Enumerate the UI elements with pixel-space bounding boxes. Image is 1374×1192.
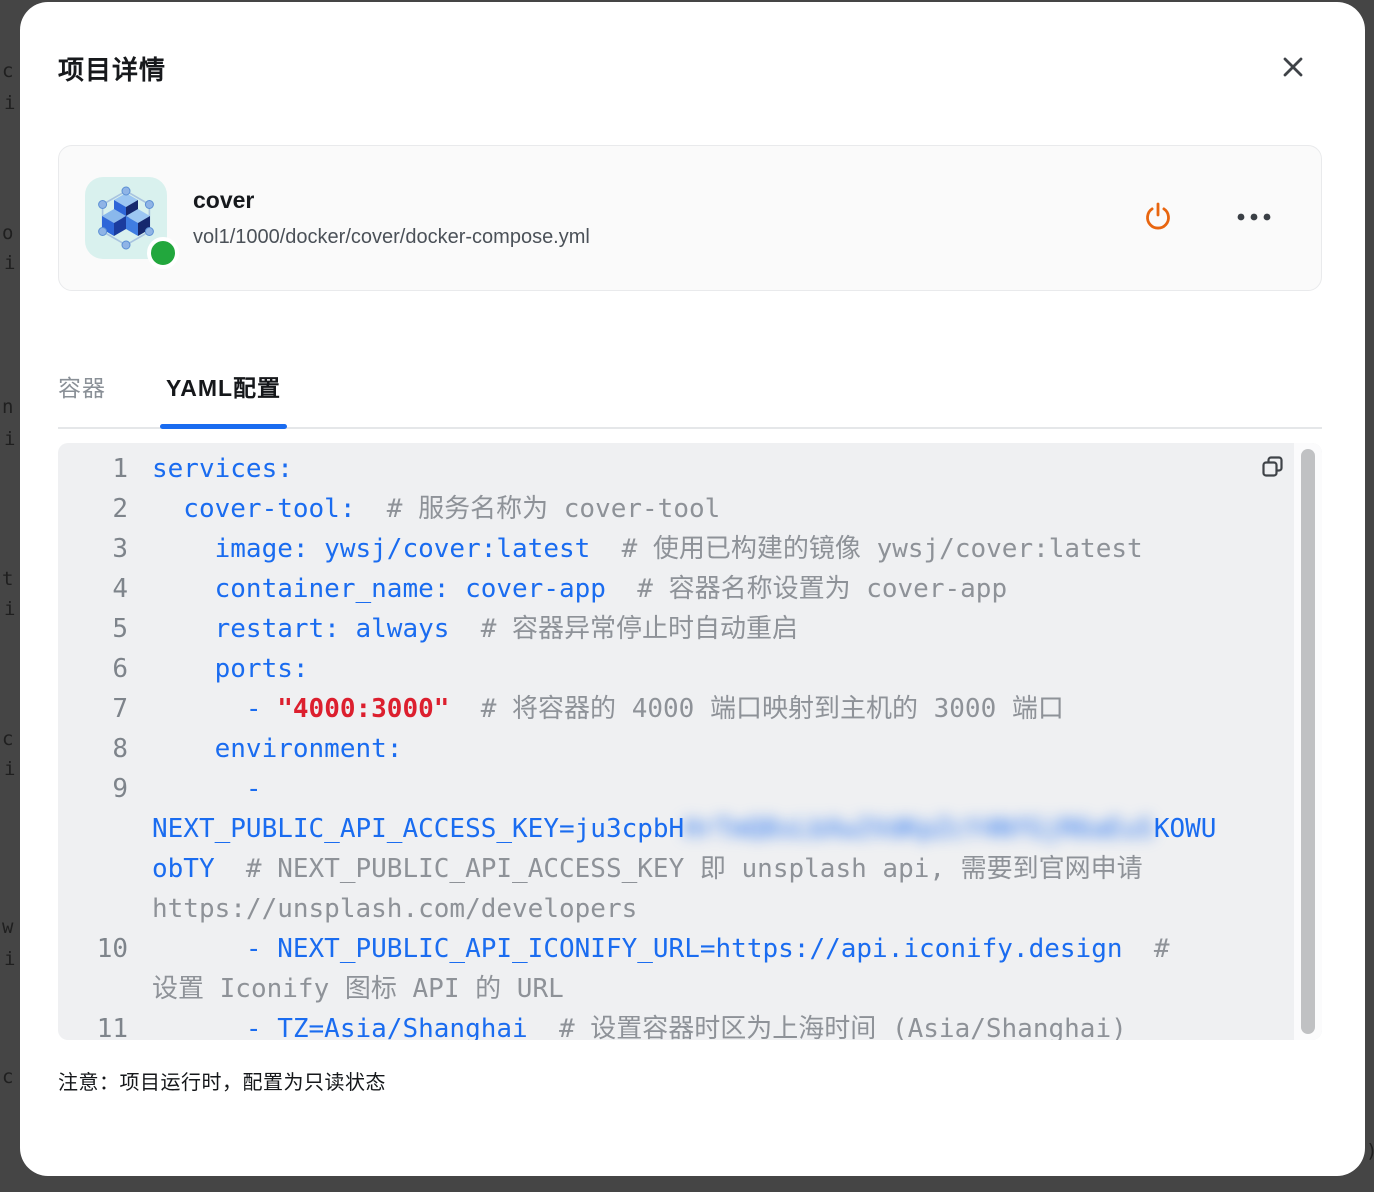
readonly-note: 注意：项目运行时，配置为只读状态	[58, 1066, 386, 1095]
code-line: 8 environment:	[58, 729, 1322, 769]
backdrop-fragment: i	[4, 600, 15, 619]
scrollbar[interactable]	[1294, 443, 1322, 1040]
backdrop-fragment: i	[4, 430, 15, 449]
line-number	[58, 969, 128, 1009]
code-lines: 1services:2 cover-tool: # 服务名称为 cover-to…	[58, 443, 1322, 1040]
project-info: cover vol1/1000/docker/cover/docker-comp…	[193, 187, 590, 249]
line-number: 9	[58, 769, 128, 809]
project-path: vol1/1000/docker/cover/docker-compose.ym…	[193, 226, 590, 249]
power-icon	[1142, 200, 1174, 237]
line-number: 4	[58, 569, 128, 609]
backdrop-fragment: )	[1366, 1142, 1374, 1161]
code-line: 1services:	[58, 449, 1322, 489]
backdrop-fragment: n	[2, 398, 13, 417]
tab-yaml-config[interactable]: YAML配置	[166, 369, 281, 427]
code-line: 2 cover-tool: # 服务名称为 cover-tool	[58, 489, 1322, 529]
line-number	[58, 889, 128, 929]
backdrop-fragment: i	[4, 950, 15, 969]
line-number: 10	[58, 929, 128, 969]
copy-icon	[1260, 452, 1286, 492]
code-line: 9 -	[58, 769, 1322, 809]
backdrop-fragment: i	[4, 254, 15, 273]
yaml-editor[interactable]: 1services:2 cover-tool: # 服务名称为 cover-to…	[58, 443, 1322, 1040]
code-line: 10 - NEXT_PUBLIC_API_ICONIFY_URL=https:/…	[58, 929, 1322, 969]
code-line: 设置 Iconify 图标 API 的 URL	[58, 969, 1322, 1009]
project-details-modal: 项目详情	[20, 2, 1365, 1176]
copy-button[interactable]	[1258, 457, 1288, 487]
power-button[interactable]	[1136, 196, 1180, 240]
code-line: https://unsplash.com/developers	[58, 889, 1322, 929]
line-number: 8	[58, 729, 128, 769]
line-number: 1	[58, 449, 128, 489]
tab-bar: 容器 YAML配置	[58, 349, 1322, 429]
code-line: obTY # NEXT_PUBLIC_API_ACCESS_KEY 即 unsp…	[58, 849, 1322, 889]
code-line: 5 restart: always # 容器异常停止时自动重启	[58, 609, 1322, 649]
code-line: NEXT_PUBLIC_API_ACCESS_KEY=ju3cpbHHrTmQ8…	[58, 809, 1322, 849]
code-line: 6 ports:	[58, 649, 1322, 689]
more-actions-button[interactable]	[1232, 196, 1276, 240]
line-number	[58, 809, 128, 849]
code-line: 11 - TZ=Asia/Shanghai # 设置容器时区为上海时间 (Asi…	[58, 1009, 1322, 1040]
ellipsis-icon	[1237, 209, 1271, 227]
tab-containers[interactable]: 容器	[58, 369, 106, 427]
line-number: 7	[58, 689, 128, 729]
line-number: 6	[58, 649, 128, 689]
backdrop-fragment: c	[2, 730, 13, 749]
line-number: 5	[58, 609, 128, 649]
line-number: 3	[58, 529, 128, 569]
line-number: 2	[58, 489, 128, 529]
backdrop-fragment: c	[2, 62, 13, 81]
page-title: 项目详情	[58, 50, 166, 87]
backdrop-fragment: w	[2, 918, 13, 937]
backdrop-fragment: c	[2, 1068, 13, 1087]
code-line: 4 container_name: cover-app # 容器名称设置为 co…	[58, 569, 1322, 609]
backdrop-fragment: t	[2, 570, 13, 589]
scrollbar-thumb[interactable]	[1301, 449, 1315, 1034]
backdrop-fragment: o	[2, 224, 13, 243]
line-number: 11	[58, 1009, 128, 1040]
code-line: 3 image: ywsj/cover:latest # 使用已构建的镜像 yw…	[58, 529, 1322, 569]
project-name: cover	[193, 187, 590, 214]
project-app-icon	[85, 177, 167, 259]
project-card: cover vol1/1000/docker/cover/docker-comp…	[58, 145, 1322, 291]
code-line: 7 - "4000:3000" # 将容器的 4000 端口映射到主机的 300…	[58, 689, 1322, 729]
close-button[interactable]	[1272, 48, 1314, 90]
backdrop-fragment: i	[4, 760, 15, 779]
close-icon	[1278, 52, 1308, 87]
backdrop-fragment: i	[4, 94, 15, 113]
line-number	[58, 849, 128, 889]
status-indicator	[147, 237, 179, 269]
